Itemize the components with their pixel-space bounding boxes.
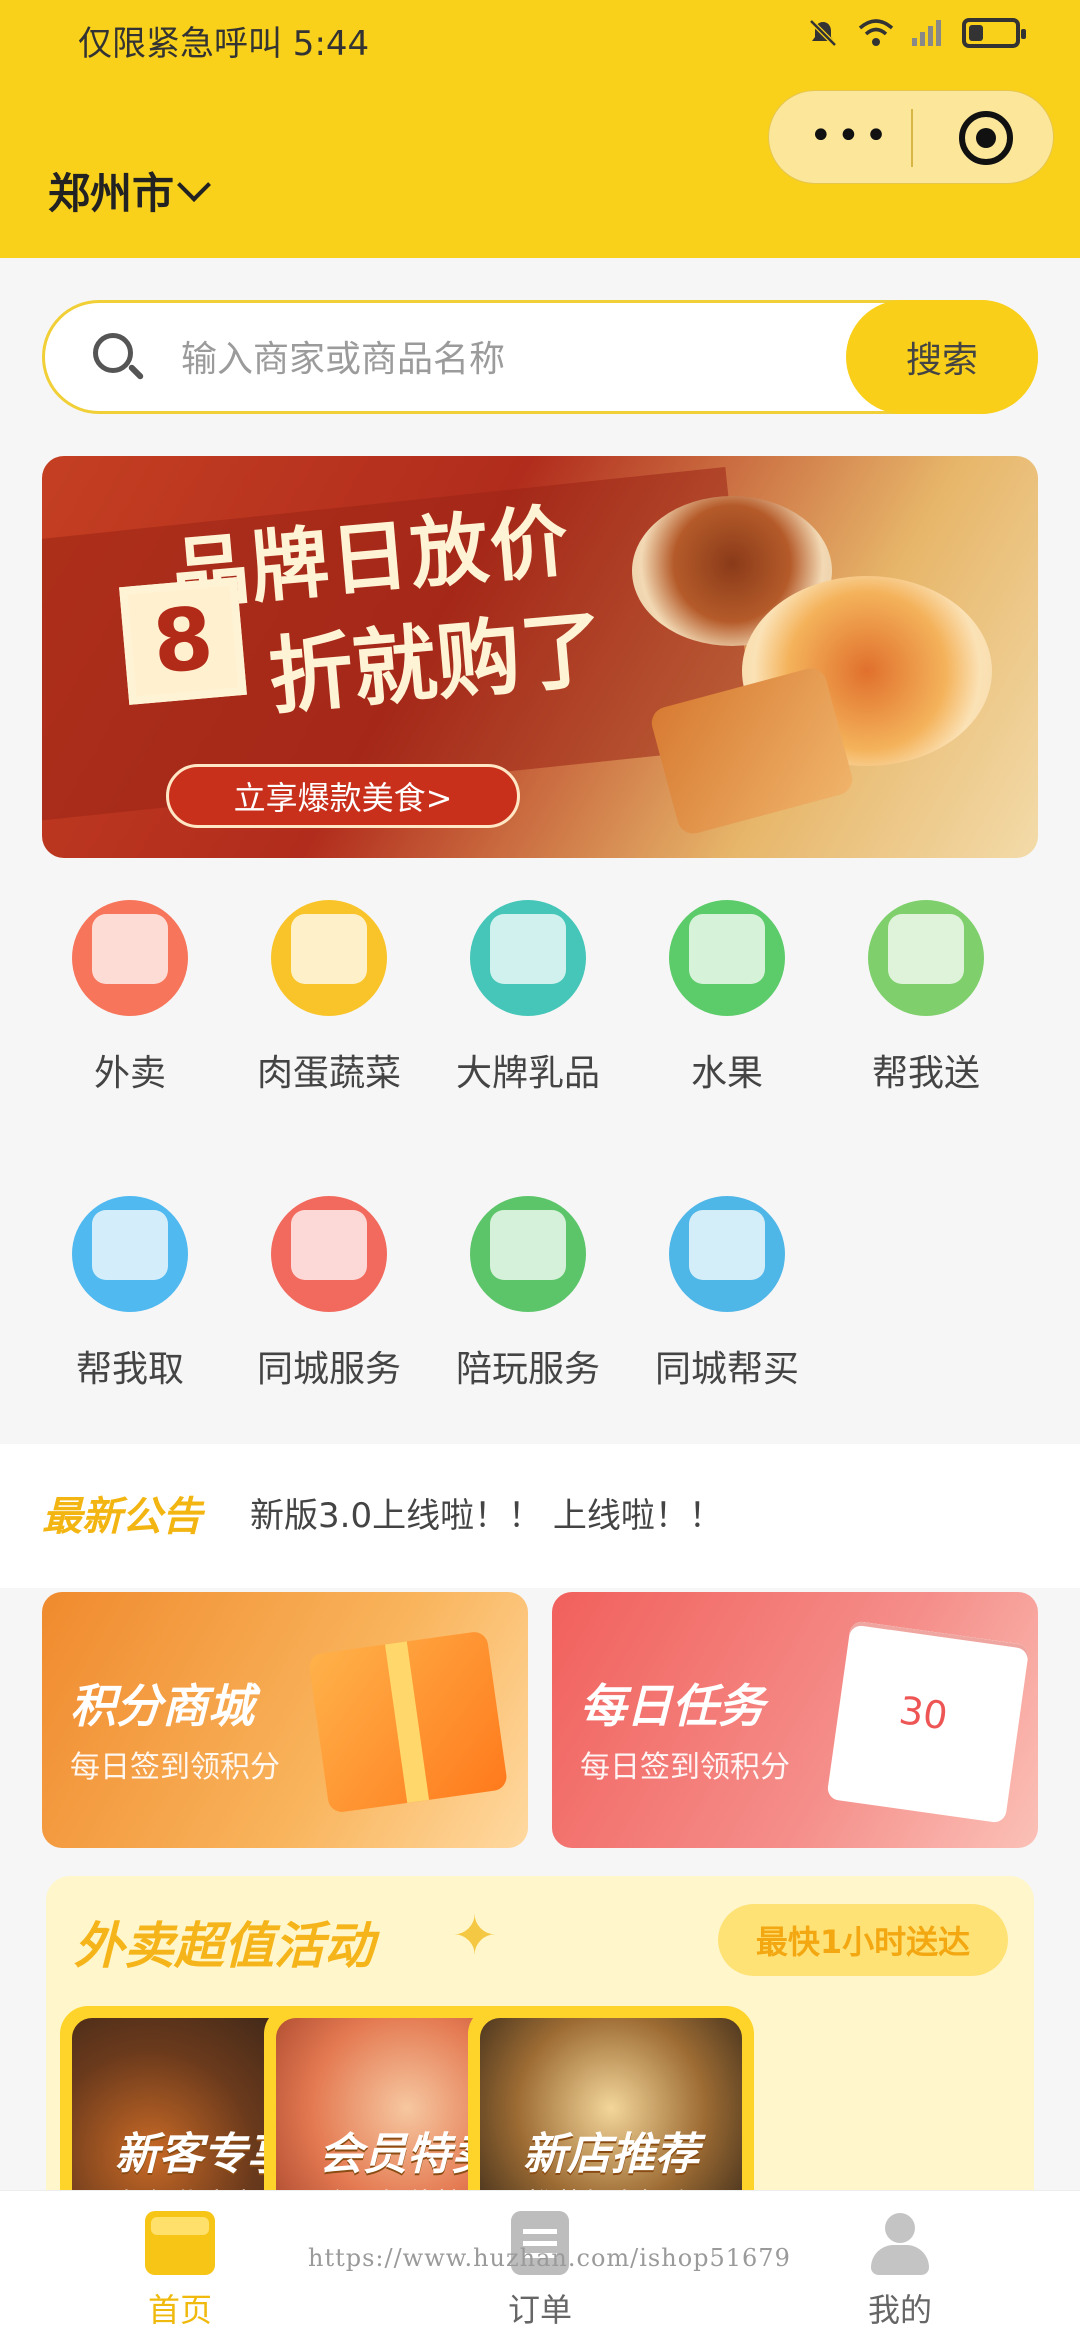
milk-carton-icon	[470, 900, 586, 1016]
announcement-bar[interactable]: 最新公告 新版3.0上线啦！！ 上线啦！！	[0, 1444, 1080, 1588]
search-icon	[93, 333, 145, 381]
category-pickup[interactable]: 帮我取	[30, 1174, 230, 1392]
battery-icon	[962, 18, 1026, 48]
tab-label: 我的	[867, 2291, 932, 2329]
category-label: 大牌乳品	[455, 1053, 600, 1094]
heart-plus-icon	[271, 1196, 387, 1312]
banner-cta-button[interactable]: 立享爆款美食>	[166, 764, 520, 828]
mini-program-capsule: •••	[768, 90, 1054, 184]
calendar-icon	[826, 1620, 1030, 1824]
daily-task-card[interactable]: 每日任务 每日签到领积分	[552, 1592, 1038, 1848]
category-label: 同城服务	[256, 1349, 401, 1390]
promo-subtitle: 每日签到领积分	[580, 1750, 790, 1785]
activity-title: 外卖超值活动	[74, 1917, 374, 1975]
category-fruit[interactable]: 水果	[627, 878, 827, 1096]
points-mall-card[interactable]: 积分商城 每日签到领积分	[42, 1592, 528, 1848]
tab-home[interactable]: 首页	[80, 2211, 280, 2331]
search-input[interactable]	[181, 331, 741, 387]
category-label: 帮我送	[871, 1053, 980, 1094]
category-dairy[interactable]: 大牌乳品	[428, 878, 628, 1096]
close-target-icon[interactable]	[959, 111, 1013, 165]
announcement-text: 新版3.0上线啦！！ 上线啦！！	[250, 1496, 723, 1536]
takeout-activity-section: 外卖超值活动 ✦ 最快1小时送达 新客专享 超级优惠专享 会员特卖 会员超值特卖…	[46, 1876, 1034, 2256]
search-bar: 搜索	[42, 300, 1038, 414]
promo-subtitle: 每日签到领积分	[70, 1750, 280, 1785]
orange-icon	[669, 900, 785, 1016]
tab-me[interactable]: 我的	[800, 2211, 1000, 2331]
capsule-divider	[911, 109, 913, 167]
delivery-bag-icon	[868, 900, 984, 1016]
promo-banner[interactable]: 品牌日放价 8 折就购了 立享爆款美食>	[42, 456, 1038, 858]
chevron-down-icon	[177, 167, 211, 202]
category-label: 同城帮买	[654, 1349, 799, 1390]
tab-label: 首页	[147, 2291, 212, 2329]
promo-title: 积分商城	[70, 1679, 254, 1733]
category-city-buy[interactable]: 同城帮买	[627, 1174, 827, 1392]
fast-delivery-badge[interactable]: 最快1小时送达	[718, 1904, 1008, 1976]
header: 仅限紧急呼叫 5:44 郑州市 •••	[0, 0, 1080, 258]
city-selector[interactable]: 郑州市	[48, 160, 211, 221]
gift-box-icon	[307, 1630, 509, 1814]
promo-title: 每日任务	[580, 1679, 764, 1733]
store-icon	[145, 2211, 215, 2275]
pickup-basket-icon	[72, 1196, 188, 1312]
category-label: 帮我取	[75, 1349, 184, 1390]
category-meat-veg[interactable]: 肉蛋蔬菜	[229, 878, 429, 1096]
status-icons	[806, 18, 1026, 48]
signal-icon	[910, 18, 944, 48]
tab-label: 订单	[507, 2291, 572, 2329]
food-bowl-icon	[72, 900, 188, 1016]
category-label: 水果	[690, 1053, 763, 1094]
category-label: 肉蛋蔬菜	[256, 1053, 401, 1094]
announcement-tag: 最新公告	[42, 1494, 202, 1540]
watermark-text: https://www.huzhan.com/ishop51679	[308, 2244, 791, 2272]
search-button[interactable]: 搜索	[846, 300, 1038, 414]
vegetable-basket-icon	[271, 900, 387, 1016]
category-companion[interactable]: 陪玩服务	[428, 1174, 628, 1392]
category-label: 外卖	[93, 1053, 166, 1094]
game-dice-icon	[470, 1196, 586, 1312]
status-time: 仅限紧急呼叫 5:44	[78, 24, 370, 64]
more-menu-icon[interactable]: •••	[809, 116, 892, 156]
mute-bell-icon	[806, 18, 840, 48]
category-city-service[interactable]: 同城服务	[229, 1174, 429, 1392]
category-label: 陪玩服务	[455, 1349, 600, 1390]
sparkle-icon: ✦	[452, 1904, 498, 1967]
wifi-icon	[858, 18, 894, 48]
activity-card-title: 新店推荐	[523, 2129, 699, 2180]
shopping-box-icon	[669, 1196, 785, 1312]
category-send-for-me[interactable]: 帮我送	[826, 878, 1026, 1096]
user-icon	[865, 2211, 935, 2275]
city-label: 郑州市	[48, 169, 175, 218]
banner-discount: 8	[119, 577, 247, 705]
category-takeout[interactable]: 外卖	[30, 878, 230, 1096]
